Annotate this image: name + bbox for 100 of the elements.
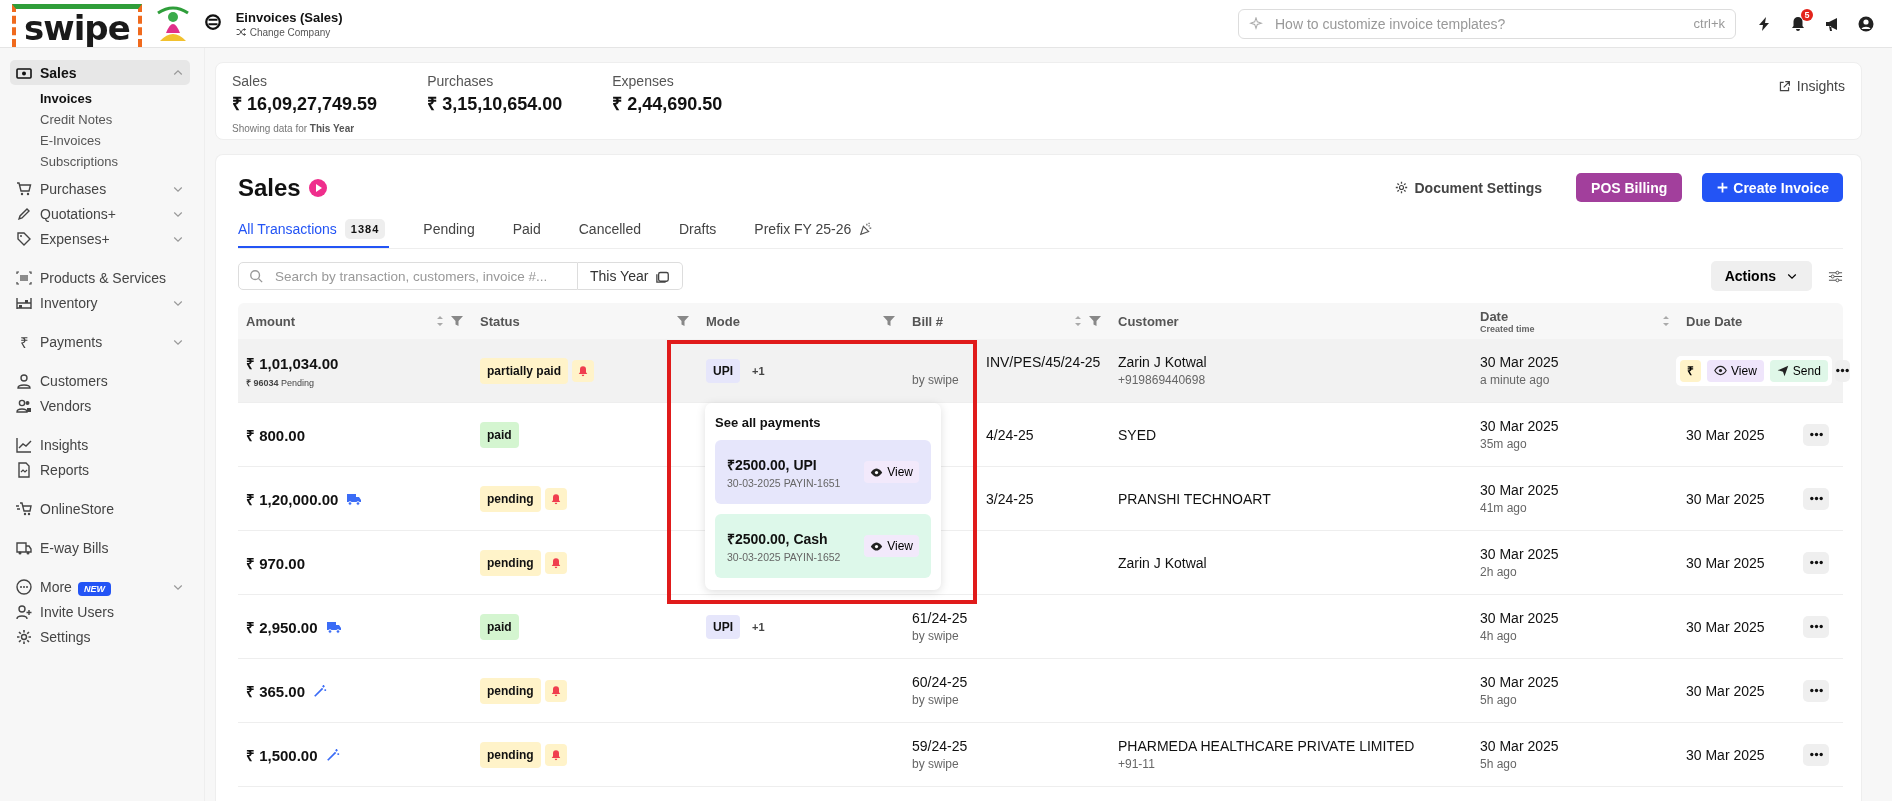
amount: ₹ 1,500.00 <box>246 745 318 765</box>
more-options-button[interactable] <box>1803 551 1829 574</box>
sidebar-item[interactable]: Reports <box>10 457 190 482</box>
sidebar-item[interactable]: Invite Users <box>10 599 190 624</box>
customer-name[interactable]: Zarin J Kotwal <box>1118 554 1464 571</box>
pos-billing-button[interactable]: POS Billing <box>1576 173 1683 202</box>
more-options-button[interactable] <box>1803 679 1829 702</box>
payment-mode-tag[interactable]: UPI <box>706 358 740 383</box>
sidebar-item[interactable]: Insights <box>10 432 190 457</box>
created-time: 41m ago <box>1480 501 1528 515</box>
status-badge: paid <box>480 613 519 640</box>
sidebar-item[interactable]: Products & Services <box>10 265 190 290</box>
eye-icon <box>1714 364 1727 377</box>
page-title: Sales <box>238 173 301 202</box>
customer-name[interactable]: PHARMEDA HEALTHCARE PRIVATE LIMITED <box>1118 738 1464 754</box>
tab[interactable]: Drafts <box>679 212 721 248</box>
filter-icon[interactable] <box>676 314 690 328</box>
sidebar-subitem[interactable]: Invoices <box>40 88 190 109</box>
actions-menu-button[interactable]: Actions <box>1710 261 1812 291</box>
more-options-button[interactable] <box>1803 743 1829 766</box>
sidebar-item[interactable]: Settings <box>10 624 190 649</box>
status-badge: pending <box>480 741 541 768</box>
document-settings-button[interactable]: Document Settings <box>1389 178 1549 197</box>
reminder-button[interactable] <box>572 359 595 382</box>
more-options-button[interactable] <box>1803 423 1829 446</box>
play-icon[interactable] <box>308 178 327 197</box>
stat-value: ₹ 2,44,690.50 <box>612 93 723 115</box>
created-time: a minute ago <box>1480 373 1551 387</box>
sidebar-item[interactable]: Quotations+ <box>10 201 190 226</box>
payment-mode-tag[interactable]: UPI <box>706 614 740 639</box>
insights-link[interactable]: Insights <box>1777 78 1845 94</box>
sidebar-item[interactable]: Customers <box>10 368 190 393</box>
eye-icon <box>870 465 884 479</box>
more-options-button[interactable] <box>1803 615 1829 638</box>
search-icon <box>249 269 263 283</box>
barcode-icon <box>16 269 32 286</box>
logo[interactable]: swipe <box>12 4 142 47</box>
column-header: Due Date <box>1686 313 1744 329</box>
column-header: Mode <box>706 313 741 329</box>
sidebar-item[interactable]: Expenses+ <box>10 226 190 251</box>
sidebar-item[interactable]: OnlineStore <box>10 496 190 521</box>
account-icon[interactable] <box>1858 15 1874 32</box>
sidebar-item[interactable]: E-way Bills <box>10 535 190 560</box>
period-button[interactable]: This Year <box>578 262 684 290</box>
more-modes-link[interactable]: +1 <box>752 620 765 633</box>
more-options-button[interactable] <box>1803 487 1829 510</box>
megaphone-icon[interactable] <box>1824 15 1840 32</box>
notification-icon[interactable] <box>1790 15 1806 32</box>
tab[interactable]: Prefix FY 25-26 <box>754 212 878 248</box>
sidebar-item[interactable]: More NEW <box>10 574 190 599</box>
tab[interactable]: Paid <box>512 212 545 248</box>
sidebar-item[interactable]: Vendors <box>10 393 190 418</box>
sidebar-subitem[interactable]: Credit Notes <box>40 109 190 130</box>
filter-icon[interactable] <box>450 314 464 328</box>
view-button[interactable]: View <box>1707 359 1764 382</box>
column-header: Bill # <box>912 313 945 329</box>
sidebar-item[interactable]: Sales <box>10 60 190 85</box>
invoice-date: 30 Mar 2025 <box>1480 610 1560 626</box>
sidebar-item[interactable]: Purchases <box>10 176 190 201</box>
sidebar-item[interactable]: Inventory <box>10 290 190 315</box>
filter-icon[interactable] <box>1088 314 1102 328</box>
stat-label: Purchases <box>427 73 495 89</box>
view-payment-button[interactable]: View <box>864 535 919 557</box>
reminder-button[interactable] <box>544 487 567 510</box>
tab[interactable]: Pending <box>423 212 479 248</box>
created-by: by swipe <box>912 757 960 771</box>
customer-name[interactable]: Zarin J Kotwal <box>1118 354 1464 370</box>
sidebar-item[interactable]: ₹ Payments <box>10 329 190 354</box>
filter-settings-icon[interactable] <box>1828 268 1843 284</box>
sidebar-subitem[interactable]: Subscriptions <box>40 151 190 172</box>
more-modes-link[interactable]: +1 <box>752 364 765 377</box>
filter-icon[interactable] <box>882 314 896 328</box>
invoice-date: 30 Mar 2025 <box>1480 354 1560 370</box>
sidebar-subitem[interactable]: E-Invoices <box>40 130 190 151</box>
transaction-search-field[interactable]: Search by transaction, customers, invoice #... <box>238 262 578 290</box>
reminder-button[interactable] <box>544 551 567 574</box>
view-payment-button[interactable]: View <box>864 461 919 483</box>
created-time: 4h ago <box>1480 629 1518 643</box>
tab[interactable]: All Transactions 1384 <box>238 212 390 248</box>
send-button[interactable]: Send <box>1769 359 1828 382</box>
lightning-icon[interactable] <box>1756 15 1772 32</box>
tab[interactable]: Cancelled <box>578 212 645 248</box>
reminder-button[interactable] <box>544 743 567 766</box>
data-period-note: Showing data for This Year <box>232 123 356 134</box>
customer-name[interactable]: PRANSHI TECHNOART <box>1118 490 1464 507</box>
create-invoice-button[interactable]: Create Invoice <box>1702 173 1843 202</box>
amount: ₹ 365.00 <box>246 681 306 701</box>
column-header: Amount <box>246 313 297 329</box>
record-payment-button[interactable]: ₹ <box>1680 359 1701 382</box>
settings-icon <box>1395 181 1409 194</box>
bill-number: 4/24-25 <box>986 426 1035 443</box>
customer-phone: +919869440698 <box>1118 373 1207 387</box>
add-user-icon <box>16 603 32 620</box>
reminder-button[interactable] <box>544 679 567 702</box>
change-company-link[interactable]: Change Company <box>235 26 343 38</box>
customer-name[interactable]: SYED <box>1118 426 1464 443</box>
bill-number: 59/24-25 <box>912 738 969 754</box>
due-date: 30 Mar 2025 <box>1686 682 1765 699</box>
status-badge: pending <box>480 677 541 704</box>
truck-icon <box>16 539 32 556</box>
